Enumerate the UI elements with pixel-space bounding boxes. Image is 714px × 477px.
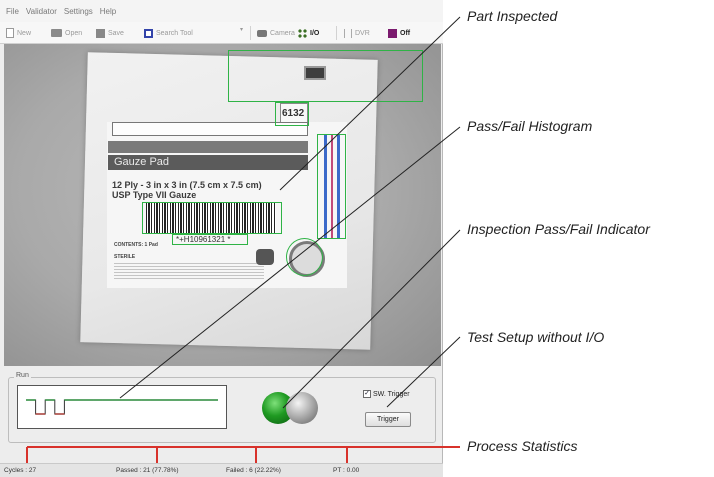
chevron-down-icon[interactable]: ▾ [240, 25, 246, 33]
callout-histogram: Pass/Fail Histogram [467, 118, 593, 134]
roi-barcode[interactable] [142, 202, 282, 234]
open-button[interactable]: Open [51, 25, 82, 41]
io-button[interactable]: I/O [298, 25, 319, 41]
histogram-line [26, 399, 218, 415]
product-spec-line: 12 Ply - 3 in x 3 in (7.5 cm x 7.5 cm) [112, 180, 262, 190]
fine-print [114, 261, 264, 279]
open-label: Open [65, 29, 83, 37]
camera-label: Camera [270, 29, 295, 37]
toolbar-divider [250, 26, 251, 40]
menu-bar: File Validator Settings Help [0, 0, 443, 22]
dvr-icon [344, 28, 352, 38]
label-band [108, 141, 308, 153]
stat-passed: Passed : 21 (77.78%) [116, 467, 179, 474]
histogram-trace [26, 399, 218, 415]
run-panel-title: Run [14, 372, 31, 379]
histogram-fail-mark [35, 413, 46, 415]
menu-validator[interactable]: Validator [26, 7, 57, 16]
histogram-pass-mark [189, 399, 199, 401]
product-spec: 12 Ply - 3 in x 3 in (7.5 cm x 7.5 cm) U… [112, 180, 262, 200]
camera-icon [257, 29, 267, 37]
camera-button[interactable]: Camera [257, 25, 295, 41]
magenta-bar [331, 135, 333, 238]
save-button[interactable]: Save [96, 25, 124, 41]
new-document-icon [6, 28, 14, 38]
pass-fail-histogram [17, 385, 227, 429]
roi-barcode-text[interactable] [172, 234, 248, 245]
sterile-text: STERILE [114, 254, 136, 260]
toolbar: New Open Save Search Tool ▾ Camera I/O D… [0, 22, 443, 44]
histogram-pass-mark [122, 399, 132, 401]
histogram-pass-mark [208, 399, 218, 401]
product-title: Gauze Pad [114, 156, 170, 168]
histogram-pass-mark [83, 399, 94, 401]
sw-trigger-label: SW. Trigger [373, 390, 410, 398]
roi-pouch-top[interactable] [228, 50, 423, 102]
menu-help[interactable]: Help [100, 7, 116, 16]
histogram-pass-mark [150, 399, 161, 401]
histogram-pass-mark [170, 399, 180, 401]
stat-pt: PT : 0.00 [333, 467, 360, 474]
histogram-pass-mark [198, 399, 209, 401]
save-label: Save [108, 29, 124, 37]
toolbar-divider [336, 26, 337, 40]
histogram-pass-mark [74, 399, 84, 401]
off-indicator-icon [388, 28, 397, 38]
histogram-pass-mark [131, 399, 142, 401]
app-window: File Validator Settings Help New Open Sa… [0, 0, 443, 477]
blue-bar [337, 135, 340, 238]
stat-failed: Failed : 6 (22.22%) [226, 467, 281, 474]
histogram-pass-mark [179, 399, 190, 401]
histogram-fail-mark [54, 413, 65, 415]
off-toggle[interactable]: Off [388, 25, 410, 41]
callout-part-inspected: Part Inspected [467, 8, 558, 24]
roi-seal[interactable] [286, 238, 323, 276]
sterile-symbol-icon [256, 249, 274, 265]
contents-text: CONTENTS: 1 Pad [114, 242, 158, 248]
histogram-pass-mark [112, 399, 122, 401]
callout-statistics: Process Statistics [467, 438, 578, 454]
histogram-pass-mark [160, 399, 170, 401]
product-spec-line: USP Type VII Gauze [112, 190, 197, 200]
search-tool-label: Search Tool [156, 29, 193, 37]
stat-cycles: Cycles : 27 [4, 467, 37, 474]
dvr-label: DVR [355, 29, 370, 37]
histogram-pass-mark [93, 399, 103, 401]
callout-indicator: Inspection Pass/Fail Indicator [467, 221, 650, 237]
sw-trigger-checkbox[interactable]: ✓ SW. Trigger [363, 390, 410, 398]
fail-indicator-light [286, 392, 318, 424]
histogram-pass-mark [64, 399, 74, 401]
histogram-pass-mark [45, 399, 55, 401]
io-label: I/O [310, 29, 320, 37]
io-icon [298, 28, 307, 38]
new-button[interactable]: New [6, 25, 31, 41]
camera-image: 6132 Gauze Pad 12 Ply - 3 in x 3 in (7.5… [4, 44, 441, 366]
histogram-pass-mark [102, 399, 113, 401]
callout-setup: Test Setup without I/O [467, 329, 605, 345]
new-label: New [17, 29, 32, 37]
roi-lot-number[interactable] [275, 102, 309, 126]
trigger-button[interactable]: Trigger [365, 412, 411, 427]
histogram-pass-mark [26, 399, 36, 401]
checkbox-checked-icon[interactable]: ✓ [363, 390, 371, 398]
blue-bar [324, 135, 327, 238]
menu-settings[interactable]: Settings [64, 7, 93, 16]
dvr-button[interactable]: DVR [344, 25, 370, 41]
search-tool-icon [144, 28, 153, 38]
off-label: Off [400, 29, 411, 37]
folder-open-icon [51, 29, 62, 37]
menu-file[interactable]: File [6, 7, 19, 16]
status-bar: Cycles : 27 Passed : 21 (77.78%) Failed … [0, 463, 443, 477]
search-tool-button[interactable]: Search Tool [144, 25, 193, 41]
histogram-pass-mark [141, 399, 151, 401]
save-icon [96, 28, 105, 38]
